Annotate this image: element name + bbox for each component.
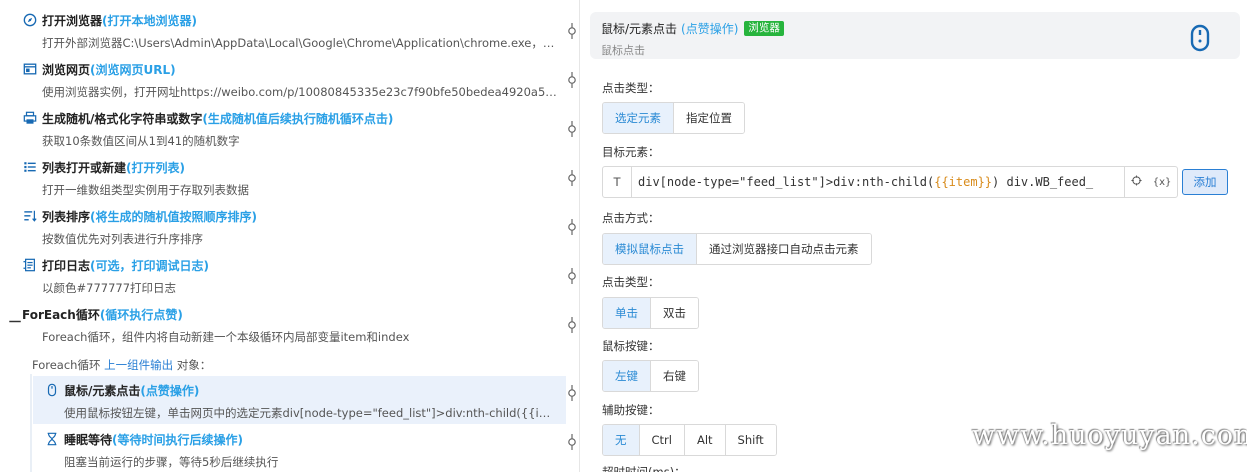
selector-prefix: div[node-type="feed_list"]>div:nth-child… (638, 175, 935, 189)
modifier-key-toggle: 无 Ctrl Alt Shift (602, 424, 777, 456)
step-name: 睡眠等待 (64, 432, 113, 447)
modifier-option-shift[interactable]: Shift (725, 425, 776, 455)
compass-icon (22, 12, 38, 28)
panel-title-hint: (点赞操作) (681, 22, 739, 36)
hourglass-icon (44, 431, 60, 447)
click-kind-label: 点击类型： (602, 275, 660, 289)
drag-handle-icon[interactable] (566, 170, 578, 186)
step-description: 打开外部浏览器C:\Users\Admin\AppData\Local\Goog… (42, 36, 562, 50)
step-description: 打开一维数组类型实例用于存取列表数据 (42, 183, 249, 197)
modifier-option-alt[interactable]: Alt (684, 425, 726, 455)
click-kind-toggle: 单击 双击 (602, 297, 699, 329)
step-hint: (生成随机值后续执行随机循环点击) (202, 111, 394, 126)
step-name: ForEach循环 (22, 307, 100, 322)
target-element-label: 目标元素： (602, 145, 660, 159)
loop-caption-suffix: 对象： (173, 358, 212, 372)
click-type-option-position[interactable]: 指定位置 (674, 103, 744, 133)
drag-handle-icon[interactable] (566, 72, 578, 88)
sort-list-icon (22, 208, 38, 224)
target-selector-value[interactable]: div[node-type="feed_list"]>div:nth-child… (632, 175, 1124, 189)
printer-icon (22, 110, 38, 126)
browser-badge: 浏览器 (744, 21, 784, 36)
click-method-label: 点击方式： (602, 211, 660, 225)
step-name: 列表排序 (42, 209, 91, 224)
step-description: 获取10条数值区间从1到41的随机数字 (42, 134, 240, 148)
mouse-button-option-left[interactable]: 左键 (603, 361, 651, 391)
step-description: Foreach循环，组件内将自动新建一个本级循环内局部变量item和index (42, 330, 410, 344)
click-type-label: 点击类型： (602, 81, 660, 95)
step-name: 打印日志 (42, 258, 91, 273)
click-method-toggle: 模拟鼠标点击 通过浏览器接口自动点击元素 (602, 233, 872, 265)
loop-caption-prefix: Foreach循环 (32, 358, 105, 372)
mouse-icon (44, 382, 60, 398)
step-name: 打开浏览器 (42, 13, 103, 28)
modifier-option-ctrl[interactable]: Ctrl (639, 425, 685, 455)
step-description: 阻塞当前运行的步骤，等待5秒后继续执行 (64, 455, 279, 469)
step-hint: (打开本地浏览器) (102, 13, 197, 28)
step-hint: (循环执行点赞) (99, 307, 183, 322)
list-icon (22, 159, 38, 175)
step-hint: (打开列表) (126, 160, 185, 175)
click-type-toggle: 选定元素 指定位置 (602, 102, 745, 134)
panel-header: 鼠标/元素点击 (点赞操作) 浏览器 鼠标点击 (590, 12, 1240, 59)
modifier-key-label: 辅助按键： (602, 403, 660, 417)
click-method-option-simulate[interactable]: 模拟鼠标点击 (603, 234, 697, 264)
browser-window-icon (22, 61, 38, 77)
drag-handle-icon[interactable] (566, 385, 578, 401)
step-hint: (点赞操作) (140, 383, 200, 398)
target-element-input[interactable]: T div[node-type="feed_list"]>div:nth-chi… (602, 166, 1178, 198)
drag-handle-icon[interactable] (566, 268, 578, 284)
properties-panel: 鼠标/元素点击 (点赞操作) 浏览器 鼠标点击 点击类型： 选定元素 指定位置 … (580, 0, 1247, 472)
mouse-button-option-right[interactable]: 右键 (651, 361, 698, 391)
selector-variable: {{item}} (934, 175, 993, 189)
mouse-button-toggle: 左键 右键 (602, 360, 699, 392)
selector-suffix: ) div.WB_feed_ (992, 175, 1094, 189)
step-name: 生成随机/格式化字符串或数字 (42, 111, 203, 126)
step-hint: (等待时间执行后续操作) (112, 432, 243, 447)
loop-source-link[interactable]: 上一组件输出 (104, 358, 173, 372)
step-hint: (浏览网页URL) (90, 62, 176, 77)
site-watermark: www.huoyuyan.com (972, 420, 1247, 451)
mouse-icon (1190, 24, 1210, 52)
drag-handle-icon[interactable] (566, 23, 578, 39)
crosshair-icon[interactable] (1131, 175, 1142, 189)
step-name: 鼠标/元素点击 (64, 383, 141, 398)
step-description: 使用浏览器实例，打开网址https://weibo.com/p/10080845… (42, 85, 562, 99)
click-method-option-browser-api[interactable]: 通过浏览器接口自动点击元素 (697, 234, 871, 264)
loop-source-caption: Foreach循环 上一组件输出 对象： (32, 357, 211, 373)
workflow-step-list: 一 打开浏览器 (打开本地浏览器) 打开外部浏览器C:\Users\Admin\… (0, 0, 566, 472)
click-kind-option-double[interactable]: 双击 (651, 298, 698, 328)
drag-handle-icon[interactable] (566, 434, 578, 450)
add-button[interactable]: 添加 (1182, 169, 1228, 195)
step-description: 按数值优先对列表进行升序排序 (42, 232, 203, 246)
drag-handle-icon[interactable] (566, 121, 578, 137)
step-description: 使用鼠标按钮左键，单击网页中的选定元素div[node-type="feed_l… (64, 406, 554, 420)
mouse-button-label: 鼠标按键： (602, 339, 660, 353)
step-hint: (可选，打印调试日志) (90, 258, 209, 273)
drag-handle-icon[interactable] (566, 317, 578, 333)
step-hint: (将生成的随机值按照顺序排序) (90, 209, 257, 224)
modifier-option-none[interactable]: 无 (603, 425, 640, 455)
drag-handle-icon[interactable] (566, 219, 578, 235)
panel-subtitle: 鼠标点击 (601, 44, 645, 57)
timeout-label: 超时时间(ms)： (602, 465, 686, 472)
target-tools: {x} (1124, 167, 1177, 197)
insert-variable-button[interactable]: {x} (1153, 177, 1172, 188)
text-type-toggle[interactable]: T (603, 167, 632, 197)
loop-collapse-toggle[interactable]: 一 (9, 313, 21, 330)
log-icon (22, 257, 38, 273)
panel-title: 鼠标/元素点击 (601, 22, 678, 36)
click-type-option-selected-element[interactable]: 选定元素 (603, 103, 674, 133)
step-name: 列表打开或新建 (42, 160, 127, 175)
step-description: 以颜色#777777打印日志 (42, 281, 177, 295)
loop-body-guide (30, 374, 32, 472)
click-kind-option-single[interactable]: 单击 (603, 298, 651, 328)
step-name: 浏览网页 (42, 62, 91, 77)
